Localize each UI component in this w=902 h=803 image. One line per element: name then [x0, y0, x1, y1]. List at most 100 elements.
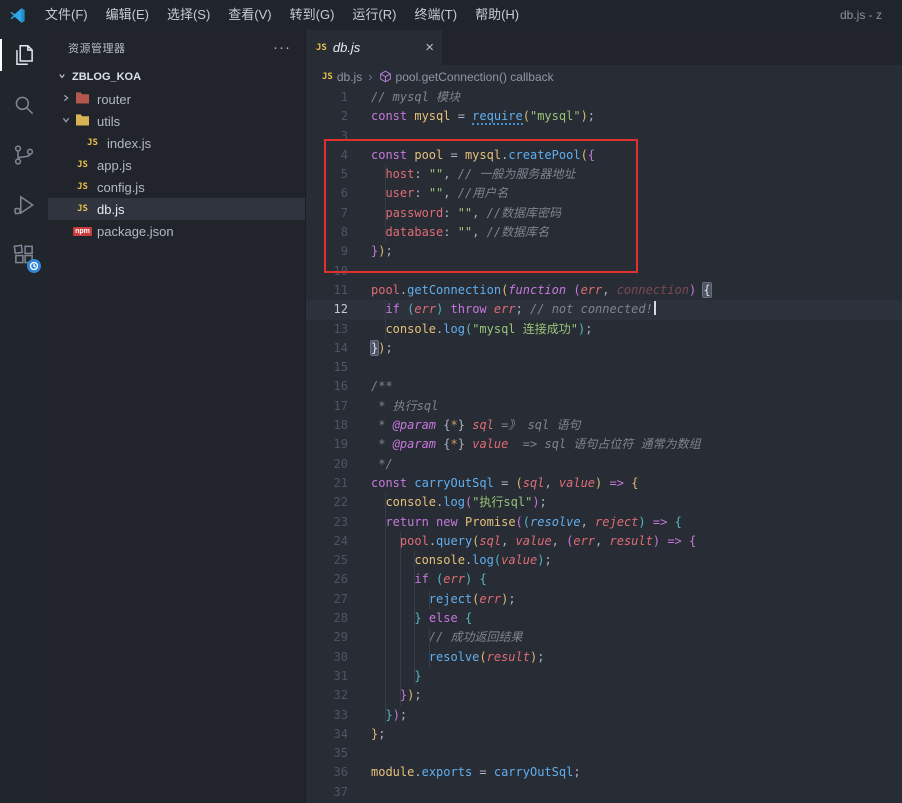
line-number[interactable]: 9: [306, 242, 348, 261]
tree-item-app-js[interactable]: JSapp.js: [48, 154, 305, 176]
code-line-18[interactable]: 18 * @param {*} sql =》 sql 语句: [306, 416, 902, 435]
explorer-icon[interactable]: [0, 30, 48, 80]
code-line-15[interactable]: 15: [306, 358, 902, 377]
code-line-24[interactable]: 24 pool.query(sql, value, (err, result) …: [306, 532, 902, 551]
line-number[interactable]: 17: [306, 397, 348, 416]
code-line-37[interactable]: 37: [306, 783, 902, 802]
menu-item-2[interactable]: 选择(S): [158, 0, 219, 30]
code-editor[interactable]: 1// mysql 模块2const mysql = require("mysq…: [306, 88, 902, 803]
line-number[interactable]: 24: [306, 532, 348, 551]
line-number[interactable]: 7: [306, 204, 348, 223]
line-number[interactable]: 32: [306, 686, 348, 705]
tree-item-package-json[interactable]: npmpackage.json: [48, 220, 305, 242]
line-number[interactable]: 30: [306, 648, 348, 667]
menu-item-3[interactable]: 查看(V): [219, 0, 280, 30]
line-number[interactable]: 13: [306, 320, 348, 339]
tree-item-index-js[interactable]: JSindex.js: [48, 132, 305, 154]
line-number[interactable]: 26: [306, 570, 348, 589]
menu-item-1[interactable]: 编辑(E): [97, 0, 158, 30]
code-line-3[interactable]: 3: [306, 127, 902, 146]
line-number[interactable]: 37: [306, 783, 348, 802]
line-number[interactable]: 21: [306, 474, 348, 493]
code-line-9[interactable]: 9});: [306, 242, 902, 261]
code-line-1[interactable]: 1// mysql 模块: [306, 88, 902, 107]
line-number[interactable]: 10: [306, 262, 348, 281]
explorer-more-actions-icon[interactable]: ···: [273, 43, 291, 53]
code-line-7[interactable]: 7 password: "", //数据库密码: [306, 204, 902, 223]
extensions-icon[interactable]: [0, 230, 48, 280]
tab-dbjs[interactable]: JS db.js ×: [306, 30, 442, 65]
code-line-35[interactable]: 35: [306, 744, 902, 763]
code-line-19[interactable]: 19 * @param {*} value => sql 语句占位符 通常为数组: [306, 435, 902, 454]
line-number[interactable]: 1: [306, 88, 348, 107]
code-line-13[interactable]: 13 console.log("mysql 连接成功");: [306, 320, 902, 339]
code-line-21[interactable]: 21const carryOutSql = (sql, value) => {: [306, 474, 902, 493]
code-line-22[interactable]: 22 console.log("执行sql");: [306, 493, 902, 512]
code-line-34[interactable]: 34};: [306, 725, 902, 744]
code-line-10[interactable]: 10: [306, 262, 902, 281]
code-line-29[interactable]: 29 // 成功返回结果: [306, 628, 902, 647]
line-number[interactable]: 18: [306, 416, 348, 435]
line-number[interactable]: 20: [306, 455, 348, 474]
tree-item-router[interactable]: router: [48, 88, 305, 110]
code-line-17[interactable]: 17 * 执行sql: [306, 397, 902, 416]
code-line-8[interactable]: 8 database: "", //数据库名: [306, 223, 902, 242]
line-number[interactable]: 15: [306, 358, 348, 377]
code-line-5[interactable]: 5 host: "", // 一般为服务器地址: [306, 165, 902, 184]
line-number[interactable]: 6: [306, 184, 348, 203]
line-number[interactable]: 16: [306, 377, 348, 396]
menu-item-0[interactable]: 文件(F): [36, 0, 97, 30]
tree-item-utils[interactable]: utils: [48, 110, 305, 132]
code-line-33[interactable]: 33 });: [306, 706, 902, 725]
code-line-36[interactable]: 36module.exports = carryOutSql;: [306, 763, 902, 782]
code-line-11[interactable]: 11pool.getConnection(function (err, conn…: [306, 281, 902, 300]
line-number[interactable]: 8: [306, 223, 348, 242]
line-number[interactable]: 28: [306, 609, 348, 628]
breadcrumb-symbol[interactable]: pool.getConnection() callback: [379, 70, 554, 84]
line-number[interactable]: 5: [306, 165, 348, 184]
line-number[interactable]: 4: [306, 146, 348, 165]
line-number[interactable]: 12: [306, 300, 348, 319]
line-number[interactable]: 34: [306, 725, 348, 744]
line-number[interactable]: 25: [306, 551, 348, 570]
code-line-28[interactable]: 28 } else {: [306, 609, 902, 628]
code-line-31[interactable]: 31 }: [306, 667, 902, 686]
line-number[interactable]: 33: [306, 706, 348, 725]
code-line-12[interactable]: 12 if (err) throw err; // not connected!: [306, 300, 902, 319]
tree-item-db-js[interactable]: JSdb.js: [48, 198, 305, 220]
code-line-2[interactable]: 2const mysql = require("mysql");: [306, 107, 902, 126]
tab-close-icon[interactable]: ×: [425, 40, 434, 55]
code-line-30[interactable]: 30 resolve(result);: [306, 648, 902, 667]
code-line-26[interactable]: 26 if (err) {: [306, 570, 902, 589]
line-number[interactable]: 31: [306, 667, 348, 686]
line-number[interactable]: 27: [306, 590, 348, 609]
code-line-6[interactable]: 6 user: "", //用户名: [306, 184, 902, 203]
line-number[interactable]: 2: [306, 107, 348, 126]
menu-item-6[interactable]: 终端(T): [405, 0, 466, 30]
code-line-23[interactable]: 23 return new Promise((resolve, reject) …: [306, 513, 902, 532]
project-section-header[interactable]: ZBLOG_KOA: [48, 66, 305, 88]
line-number[interactable]: 23: [306, 513, 348, 532]
line-number[interactable]: 35: [306, 744, 348, 763]
code-line-27[interactable]: 27 reject(err);: [306, 590, 902, 609]
line-number[interactable]: 11: [306, 281, 348, 300]
line-number[interactable]: 36: [306, 763, 348, 782]
code-line-16[interactable]: 16/**: [306, 377, 902, 396]
line-number[interactable]: 19: [306, 435, 348, 454]
code-line-20[interactable]: 20 */: [306, 455, 902, 474]
run-and-debug-icon[interactable]: [0, 180, 48, 230]
line-number[interactable]: 29: [306, 628, 348, 647]
line-number[interactable]: 14: [306, 339, 348, 358]
code-line-25[interactable]: 25 console.log(value);: [306, 551, 902, 570]
line-number[interactable]: 22: [306, 493, 348, 512]
code-line-4[interactable]: 4const pool = mysql.createPool({: [306, 146, 902, 165]
breadcrumb-file[interactable]: JS db.js: [322, 70, 362, 84]
menu-item-7[interactable]: 帮助(H): [466, 0, 528, 30]
code-line-14[interactable]: 14});: [306, 339, 902, 358]
tree-item-config-js[interactable]: JSconfig.js: [48, 176, 305, 198]
line-number[interactable]: 3: [306, 127, 348, 146]
search-icon[interactable]: [0, 80, 48, 130]
menu-item-4[interactable]: 转到(G): [281, 0, 344, 30]
code-line-32[interactable]: 32 });: [306, 686, 902, 705]
source-control-icon[interactable]: [0, 130, 48, 180]
